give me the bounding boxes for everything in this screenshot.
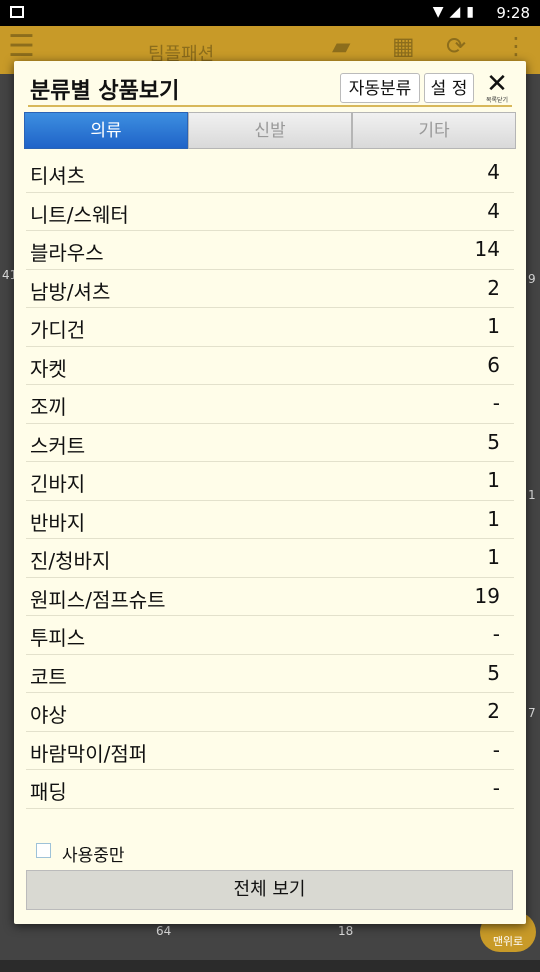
category-dialog: 분류별 상품보기 자동분류 설 정 ✕ 목록닫기 의류 신발 기타 티셔츠 4 니… — [14, 61, 526, 924]
notification-image-icon — [10, 6, 24, 18]
list-item[interactable]: 긴바지 1 — [26, 462, 514, 501]
bg-count: 9 — [528, 272, 536, 286]
item-count: 4 — [487, 160, 500, 184]
item-name: 코트 — [30, 664, 67, 689]
list-item[interactable]: 티셔츠 4 — [26, 154, 514, 193]
item-count: 14 — [474, 237, 500, 261]
item-count: 5 — [487, 429, 500, 454]
list-item[interactable]: 야상 2 — [26, 693, 514, 732]
list-item[interactable]: 원피스/점프슈트 19 — [26, 578, 514, 616]
folder-icon[interactable]: ▰ — [332, 32, 350, 60]
item-count: 1 — [487, 506, 500, 531]
item-count: 19 — [474, 583, 500, 608]
item-name: 야상 — [30, 703, 67, 727]
title-divider — [28, 105, 512, 107]
item-count: - — [492, 737, 500, 762]
item-count: - — [492, 622, 500, 646]
close-button[interactable]: ✕ 목록닫기 — [482, 71, 512, 107]
list-item[interactable]: 남방/셔츠 2 — [26, 270, 514, 308]
bg-count: 64 — [156, 924, 172, 938]
bg-count: 1 — [528, 488, 536, 502]
item-count: 4 — [487, 198, 500, 223]
item-name: 패딩 — [30, 780, 67, 804]
close-icon: ✕ — [486, 69, 508, 99]
item-name: 티셔츠 — [30, 164, 86, 188]
tab-etc[interactable]: 기타 — [352, 112, 516, 149]
dialog-title: 분류별 상품보기 — [30, 79, 180, 104]
settings-button[interactable]: 설 정 — [424, 73, 474, 103]
item-name: 바람막이/점퍼 — [30, 741, 148, 766]
list-item[interactable]: 반바지 1 — [26, 501, 514, 539]
checkbox-box[interactable] — [36, 843, 51, 858]
refresh-icon[interactable]: ⟳ — [446, 32, 466, 60]
item-count: 2 — [487, 699, 500, 723]
item-name: 반바지 — [30, 510, 86, 535]
status-bar: ▼◢▮ 9:28 — [0, 0, 540, 26]
tab-shoes[interactable]: 신발 — [188, 112, 352, 149]
more-options-icon[interactable]: ⋮ — [504, 32, 528, 60]
item-name: 긴바지 — [30, 472, 86, 496]
list-item[interactable]: 니트/스웨터 4 — [26, 193, 514, 231]
list-item[interactable]: 블라우스 14 — [26, 231, 514, 270]
item-count: 6 — [487, 352, 500, 377]
list-item[interactable]: 자켓 6 — [26, 347, 514, 385]
bg-count: 18 — [338, 924, 354, 938]
item-name: 원피스/점프슈트 — [30, 587, 166, 612]
item-name: 진/청바지 — [30, 549, 111, 573]
item-name: 조끼 — [30, 395, 67, 419]
item-name: 남방/셔츠 — [30, 279, 111, 304]
status-time: 9:28 — [496, 4, 530, 22]
category-tabs: 의류 신발 기타 — [24, 112, 516, 149]
calculator-icon[interactable]: ▦ — [392, 32, 415, 60]
item-name: 투피스 — [30, 626, 86, 650]
menu-icon[interactable]: ☰ — [8, 32, 38, 62]
list-item[interactable]: 투피스 - — [26, 616, 514, 655]
tab-clothing[interactable]: 의류 — [24, 112, 188, 149]
list-item[interactable]: 스커트 5 — [26, 424, 514, 462]
list-item[interactable]: 바람막이/점퍼 - — [26, 732, 514, 770]
item-count: 5 — [487, 660, 500, 685]
list-item[interactable]: 가디건 1 — [26, 308, 514, 347]
list-item[interactable]: 패딩 - — [26, 770, 514, 809]
category-list: 티셔츠 4 니트/스웨터 4 블라우스 14 남방/셔츠 2 가디건 1 자켓 6 조끼 - … — [26, 154, 514, 809]
bg-count: 7 — [528, 706, 536, 720]
list-item[interactable]: 진/청바지 1 — [26, 539, 514, 578]
item-count: - — [492, 391, 500, 415]
view-all-button[interactable]: 전체 보기 — [26, 870, 513, 910]
item-count: 1 — [487, 314, 500, 338]
item-name: 자켓 — [30, 356, 67, 381]
item-count: 1 — [487, 545, 500, 569]
in-use-only-label: 사용중만 — [62, 846, 125, 866]
item-name: 블라우스 — [30, 241, 104, 265]
list-item[interactable]: 조끼 - — [26, 385, 514, 424]
signal-icons: ▼◢▮ — [432, 4, 480, 20]
item-name: 니트/스웨터 — [30, 202, 129, 227]
item-count: 1 — [487, 468, 500, 492]
list-item[interactable]: 코트 5 — [26, 655, 514, 693]
item-count: - — [492, 776, 500, 800]
close-caption: 목록닫기 — [485, 97, 509, 104]
item-name: 가디건 — [30, 318, 86, 342]
auto-classify-button[interactable]: 자동분류 — [340, 73, 420, 103]
item-name: 스커트 — [30, 433, 86, 458]
item-count: 2 — [487, 275, 500, 300]
